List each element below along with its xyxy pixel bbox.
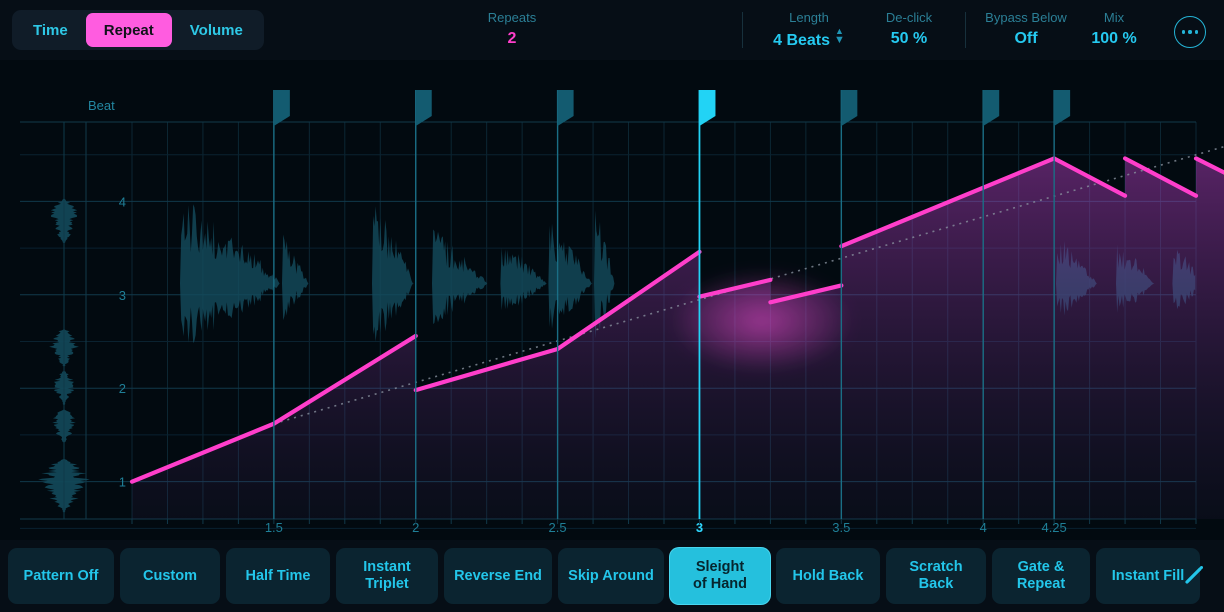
y-tick-label: 4 bbox=[119, 194, 126, 209]
menu-dot bbox=[1194, 30, 1199, 34]
menu-dot bbox=[1188, 30, 1192, 34]
mode-repeat-button[interactable]: Repeat bbox=[85, 13, 172, 47]
preset-button[interactable]: Scratch Back bbox=[886, 548, 986, 604]
preset-button[interactable]: Hold Back bbox=[776, 548, 880, 604]
beat-marker-flag bbox=[699, 90, 716, 126]
y-tick-label: 1 bbox=[119, 475, 126, 490]
preset-button[interactable]: Half Time bbox=[226, 548, 330, 604]
beat-marker-flag bbox=[841, 90, 858, 126]
length-value-text: 4 Beats bbox=[773, 32, 831, 49]
repeats-field[interactable]: Repeats 2 bbox=[452, 10, 572, 50]
declick-field[interactable]: De-click 50 % bbox=[855, 10, 963, 50]
repeat-graph-canvas[interactable]: 12341.5 2 2.5 3 3.5 4 4.25 bbox=[0, 60, 1224, 540]
mix-value[interactable]: 100 % bbox=[1074, 28, 1154, 50]
repeat-glow bbox=[669, 268, 854, 373]
ellipsis-circle-icon[interactable] bbox=[1174, 16, 1206, 48]
beat-marker-flag bbox=[983, 90, 1000, 126]
bypass-below-field[interactable]: Bypass Below Off bbox=[967, 10, 1085, 50]
bypass-below-label: Bypass Below bbox=[985, 10, 1067, 25]
preset-button[interactable]: Custom bbox=[120, 548, 220, 604]
toolbar: Time Repeat Volume Repeats 2 Length 4 Be… bbox=[0, 0, 1224, 60]
repeats-label: Repeats bbox=[487, 10, 537, 25]
preset-bar: Pattern Off Custom Half Time Instant Triplet… bbox=[0, 540, 1224, 612]
beat-marker-flag bbox=[273, 90, 290, 126]
mix-field[interactable]: Mix 100 % bbox=[1074, 10, 1154, 50]
y-tick-label: 3 bbox=[119, 288, 126, 303]
repeat-graph[interactable]: Beat 1 2 3 4 1.5 2 2.5 3 3.5 4 4.25 bbox=[0, 60, 1224, 540]
divider-1 bbox=[742, 12, 743, 48]
y-tick-label: 2 bbox=[119, 381, 126, 396]
length-label: Length bbox=[789, 10, 829, 25]
beat-marker-flag bbox=[415, 90, 432, 126]
mode-time-button[interactable]: Time bbox=[15, 13, 86, 47]
pencil-icon[interactable] bbox=[1170, 548, 1216, 604]
preset-button-row: Pattern Off Custom Half Time Instant Triplet… bbox=[8, 548, 1200, 604]
mix-label: Mix bbox=[1103, 10, 1125, 25]
repeat-editor-window: Time Repeat Volume Repeats 2 Length 4 Be… bbox=[0, 0, 1224, 612]
length-field[interactable]: Length 4 Beats ▲ ▼ bbox=[749, 10, 869, 52]
pencil-glyph bbox=[1185, 566, 1203, 584]
menu-dot bbox=[1181, 30, 1186, 34]
length-value[interactable]: 4 Beats ▲ ▼ bbox=[749, 27, 869, 52]
bypass-below-value[interactable]: Off bbox=[967, 28, 1085, 50]
mode-segmented-control: Time Repeat Volume bbox=[12, 10, 264, 50]
declick-label: De-click bbox=[885, 10, 933, 25]
preset-button[interactable]: Gate & Repeat bbox=[992, 548, 1090, 604]
preset-button[interactable]: Instant Triplet bbox=[336, 548, 438, 604]
repeats-value[interactable]: 2 bbox=[452, 28, 572, 50]
beat-marker-flag bbox=[557, 90, 574, 126]
preset-button[interactable]: Reverse End bbox=[444, 548, 552, 604]
chevron-updown-icon[interactable]: ▲ ▼ bbox=[834, 27, 845, 46]
declick-value[interactable]: 50 % bbox=[855, 28, 963, 50]
preset-button[interactable]: Skip Around bbox=[558, 548, 664, 604]
preset-button[interactable]: Pattern Off bbox=[8, 548, 114, 604]
preset-button[interactable]: Sleight of Hand bbox=[670, 548, 770, 604]
beat-marker-flag bbox=[1054, 90, 1071, 126]
mode-volume-button[interactable]: Volume bbox=[172, 13, 261, 47]
divider-2 bbox=[965, 12, 966, 48]
